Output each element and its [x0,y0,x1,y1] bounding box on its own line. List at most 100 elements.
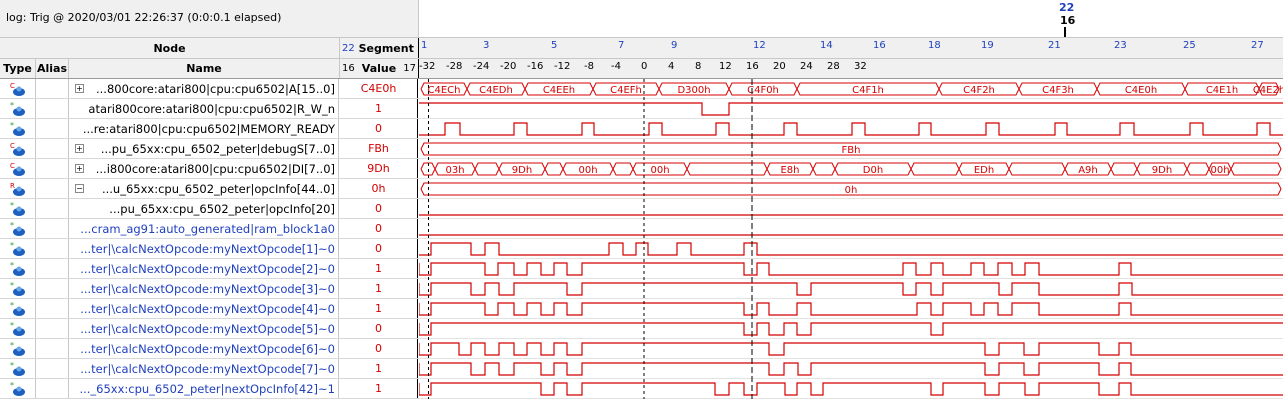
bus-segment [474,162,500,176]
bus-icon: C [0,79,36,98]
digital-waveform [419,122,1283,136]
bus-segment [612,162,634,176]
bus-value-label: C4F2h [963,85,995,96]
bus-value-label: E8h [780,165,799,176]
signal-name[interactable]: ...ter|\calcNextOpcode:myNextOpcode[2]~0 [69,259,339,278]
signal-name[interactable]: ..._65xx:cpu_6502_peter|nextOpcInfo[42]~… [69,379,339,398]
waveform-canvas[interactable]: C4ECh C4EDh C4EEh C4EFh D300h C4F0h C4F1h C4F2h… [419,79,1283,399]
svg-text:*: * [10,261,14,270]
alias-cell [36,259,69,278]
digital-waveform [419,342,1283,356]
expand-icon[interactable]: + [75,144,84,153]
signal-name-text: atari800core:atari800|cpu:cpu6502|R_W_n [88,101,335,116]
alias-cell [36,319,69,338]
signal-name[interactable]: ...cram_ag91:auto_generated|ram_block1a0 [69,219,339,238]
output-pin-icon: * [0,199,36,218]
svg-text:R: R [10,182,15,190]
trigger-marker[interactable] [1064,27,1066,37]
signal-value: 0 [340,219,418,238]
bus-icon: C [0,139,36,158]
segment-header: 22 Segment [340,38,419,58]
signal-name-text: ...cram_ag91:auto_generated|ram_block1a0 [80,221,335,236]
output-pin-icon: * [0,119,36,138]
segment-ruler[interactable]: 1 3 5 7 9 12 14 16 18 19 21 23 25 27 [419,38,1283,58]
time-tick-label: 16 [746,61,759,72]
cursor-bar[interactable]: 22 16 [419,0,1283,38]
svg-text:*: * [10,281,14,290]
bus-value-label: C4EDh [479,85,513,96]
time-tick-label: -8 [584,61,594,72]
svg-text:*: * [10,201,14,210]
bus-value-label: C4E2h [1253,85,1283,96]
output-pin-icon: * [0,359,36,378]
svg-text:*: * [10,361,14,370]
signal-name[interactable]: ...u_65xx:cpu_6502_peter|opcInfo[44..0] − [69,179,339,198]
signal-value: 0h [340,179,418,198]
bus-segment [1230,162,1282,176]
output-pin-icon: * [0,239,36,258]
bus-value-label: FBh [842,145,861,156]
signal-value: 1 [340,379,418,398]
signal-value: 0 [340,319,418,338]
digital-waveform [419,102,1283,116]
digital-waveform [419,362,1283,376]
log-panel: log: Trig @ 2020/03/01 22:26:37 (0:0:0.1… [0,0,419,38]
svg-text:C: C [10,82,15,90]
alias-cell [36,199,69,218]
output-pin-icon: * [0,319,36,338]
node-header[interactable]: Node [0,38,340,58]
signal-value: 0 [340,239,418,258]
time-tick-label: 4 [668,61,675,72]
expand-icon[interactable]: + [75,84,84,93]
signal-name[interactable]: ...pu_65xx:cpu_6502_peter|opcInfo[20] [69,199,339,218]
output-pin-icon: * [0,259,36,278]
signal-name-text: ...ter|\calcNextOpcode:myNextOpcode[7]~0 [80,361,335,376]
svg-text:*: * [10,381,14,390]
signal-name-text: ...pu_65xx:cpu_6502_peter|opcInfo[20] [109,201,335,216]
signal-name[interactable]: ...ter|\calcNextOpcode:myNextOpcode[5]~0 [69,319,339,338]
output-pin-icon: * [0,339,36,358]
value-header[interactable]: 16 Value 17 [340,59,419,78]
bus-value-label: 00h [578,165,597,176]
signal-value: FBh [340,139,418,158]
time-tick-label: -20 [500,61,517,72]
name-header[interactable]: Name [69,59,340,78]
signal-name[interactable]: ...re:atari800|cpu:cpu6502|MEMORY_READY [69,119,339,138]
expand-icon[interactable]: + [75,164,84,173]
digital-waveform [419,242,1283,256]
digital-waveform [419,382,1283,396]
signal-name[interactable]: ...ter|\calcNextOpcode:myNextOpcode[3]~0 [69,279,339,298]
signal-value: C4E0h [340,79,418,98]
alias-cell [36,299,69,318]
signal-name[interactable]: ...ter|\calcNextOpcode:myNextOpcode[7]~0 [69,359,339,378]
signal-name-text: ..._65xx:cpu_6502_peter|nextOpcInfo[42]~… [79,381,335,396]
alias-cell [36,339,69,358]
alias-header[interactable]: Alias [36,59,69,78]
column-header-top: Node 22 Segment 1 3 5 7 9 12 14 16 18 19 21 23 25 27 [0,38,1283,59]
alias-cell [36,379,69,398]
signal-name[interactable]: ...pu_65xx:cpu_6502_peter|debugS[7..0] + [69,139,339,158]
type-header[interactable]: Type [0,59,36,78]
digital-waveform [419,322,1283,336]
bus-value-label: C4E0h [1125,85,1157,96]
time-tick-label: -4 [611,61,621,72]
signal-name-text: ...u_65xx:cpu_6502_peter|opcInfo[44..0] [101,181,335,196]
alias-cell [36,279,69,298]
signal-name[interactable]: ...800core:atari800|cpu:cpu6502|A[15..0]… [69,79,339,98]
signal-name-text: ...ter|\calcNextOpcode:myNextOpcode[3]~0 [80,281,335,296]
signal-name[interactable]: ...i800core:atari800|cpu:cpu6502|DI[7..0… [69,159,339,178]
collapse-icon[interactable]: − [75,184,84,193]
segment-tick-label: 12 [753,40,766,51]
signal-name[interactable]: ...ter|\calcNextOpcode:myNextOpcode[4]~0 [69,299,339,318]
bus-segment [544,162,564,176]
signal-value: 0 [340,119,418,138]
time-tick-label: 8 [695,61,702,72]
signal-name[interactable]: ...ter|\calcNextOpcode:myNextOpcode[6]~0 [69,339,339,358]
time-tick-label: -16 [527,61,544,72]
signal-name-text: ...pu_65xx:cpu_6502_peter|debugS[7..0] [100,141,335,156]
time-ruler[interactable]: -32 -28 -24 -20 -16 -12 -8 -4 0 4 8 12 16 20 24 28 32 [419,59,1283,78]
time-tick-label: -12 [554,61,571,72]
bus-value-label: A9h [1078,165,1098,176]
signal-name[interactable]: atari800core:atari800|cpu:cpu6502|R_W_n [69,99,339,118]
signal-name[interactable]: ...ter|\calcNextOpcode:myNextOpcode[1]~0 [69,239,339,258]
